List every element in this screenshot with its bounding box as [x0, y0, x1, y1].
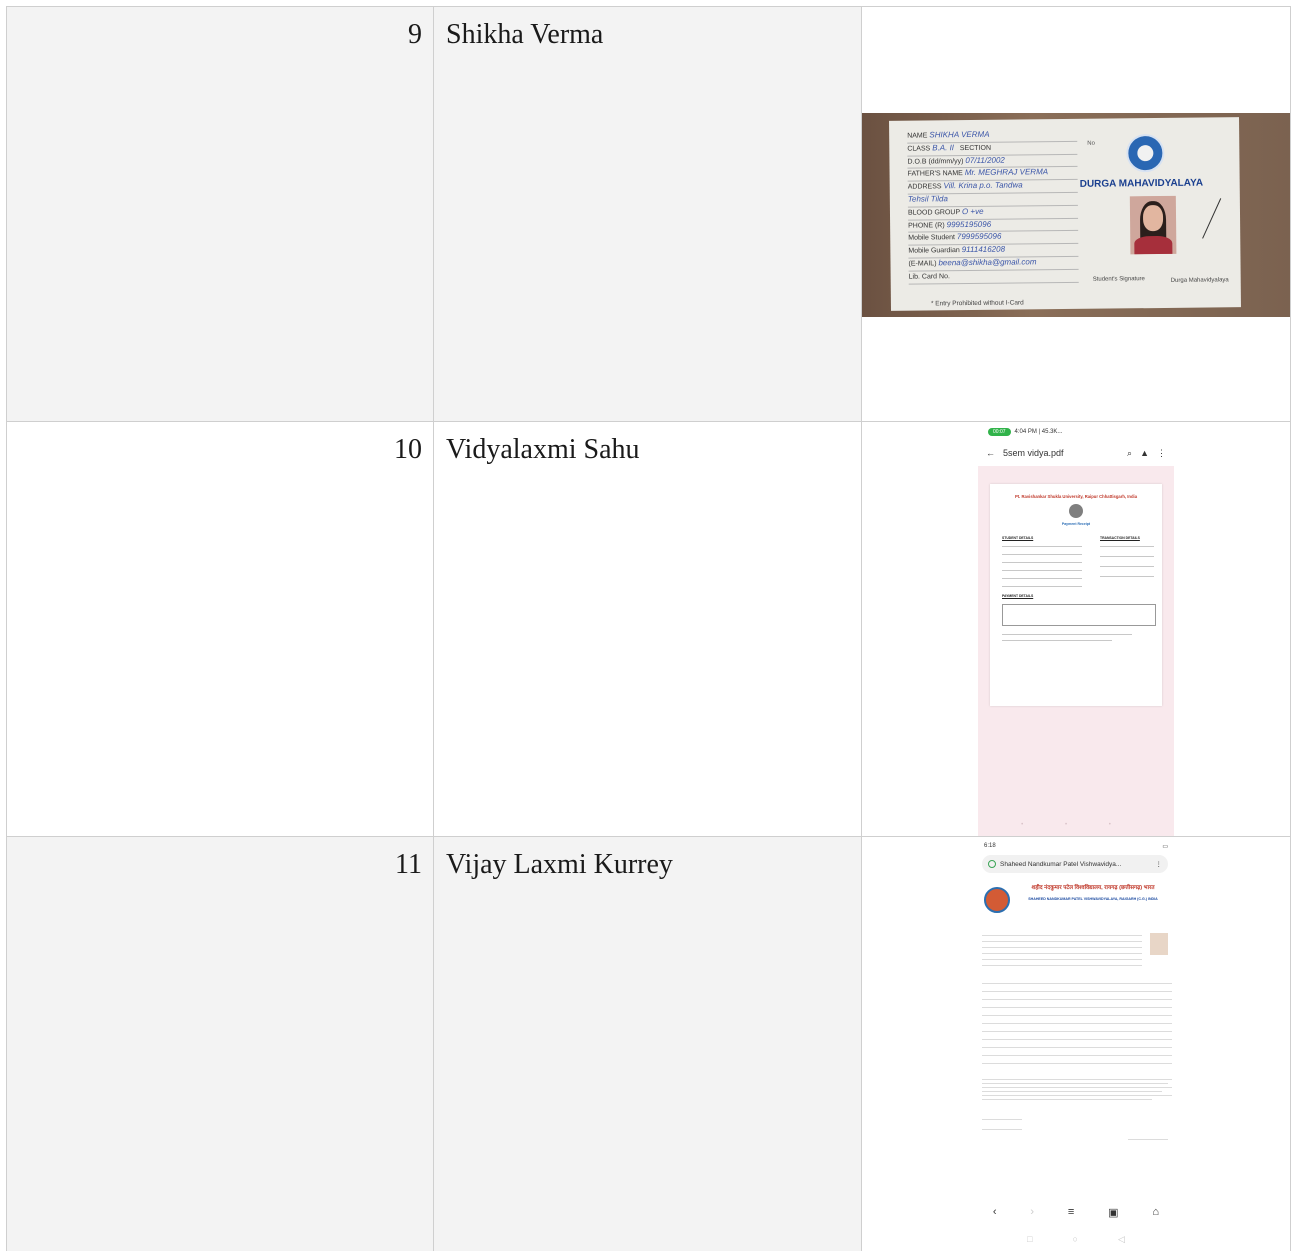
serial-number-cell: 10 [7, 422, 434, 836]
document-image-cell: NAME SHIKHA VERMA CLASS B.A. II SECTION … [862, 7, 1291, 421]
battery-icon: ▭ [1162, 843, 1168, 850]
signature-scribble [1202, 198, 1244, 249]
search-icon: ⌕ [1127, 447, 1133, 458]
system-nav-bar: □ ○ ◁ [976, 1229, 1176, 1249]
student-name-cell: Shikha Verma [434, 7, 862, 421]
status-bar: 6:18 ▭ [984, 843, 1168, 850]
serial-number-cell: 11 [7, 837, 434, 1251]
drive-icon: ▲ [1140, 448, 1149, 458]
recents-icon: □ [1027, 1234, 1033, 1244]
table-row: 9 Shikha Verma NAME SHIKHA VERMA CLASS B… [7, 7, 1291, 422]
tabs-icon: ▣ [1108, 1206, 1119, 1219]
id-card-photo: NAME SHIKHA VERMA CLASS B.A. II SECTION … [862, 113, 1290, 317]
pdf-toolbar: ← 5sem vidya.pdf ⌕ ▲ ⋮ [978, 442, 1174, 464]
serial-number-cell: 9 [7, 7, 434, 421]
back-icon: ‹ [992, 1206, 997, 1218]
home-circle-icon: ○ [1072, 1234, 1078, 1244]
student-photo [1129, 195, 1177, 255]
student-name-cell: Vijay Laxmi Kurrey [434, 837, 862, 1251]
browser-screenshot: 6:18 ▭ Shaheed Nandkumar Patel Vishwavid… [976, 837, 1176, 1251]
pdf-screenshot: 00:07 4:04 PM | 45.3K... ← 5sem vidya.pd… [978, 422, 1174, 836]
file-title: 5sem vidya.pdf [1003, 448, 1064, 458]
college-logo-icon [1126, 133, 1165, 173]
more-icon: ⋮ [1157, 447, 1166, 458]
browser-nav-bar: ‹ › ≡ ▣ ⌂ [976, 1201, 1176, 1223]
student-photo [1150, 933, 1168, 955]
student-name-cell: Vidyalaxmi Sahu [434, 422, 862, 836]
payment-receipt: Pt. Ravishankar Shukla University, Raipu… [990, 484, 1162, 706]
document-image-cell: 6:18 ▭ Shaheed Nandkumar Patel Vishwavid… [862, 837, 1291, 1251]
university-emblem-icon [984, 887, 1010, 913]
table-row: 10 Vidyalaxmi Sahu 00:07 4:04 PM | 45.3K… [7, 422, 1291, 837]
back-triangle-icon: ◁ [1117, 1233, 1125, 1244]
college-name: DURGA MAHAVIDYALAYA [1079, 177, 1204, 190]
university-seal-icon [1069, 504, 1083, 518]
home-icon: ⌂ [1152, 1206, 1160, 1218]
id-card: NAME SHIKHA VERMA CLASS B.A. II SECTION … [889, 117, 1244, 311]
admit-card-document: शहीद नंदकुमार पटेल विश्वविद्यालय, रायगढ़… [978, 879, 1174, 1197]
address-bar: Shaheed Nandkumar Patel Vishwavidya... ⋮ [982, 855, 1168, 873]
document-image-cell: 00:07 4:04 PM | 45.3K... ← 5sem vidya.pd… [862, 422, 1291, 836]
status-bar: 00:07 4:04 PM | 45.3K... [978, 422, 1174, 442]
forward-icon: › [1030, 1206, 1035, 1218]
data-table: 9 Shikha Verma NAME SHIKHA VERMA CLASS B… [6, 6, 1291, 1251]
more-icon: ⋮ [1155, 861, 1163, 868]
table-row: 11 Vijay Laxmi Kurrey 6:18 ▭ Shaheed Nan… [7, 837, 1291, 1251]
menu-icon: ≡ [1067, 1206, 1075, 1218]
back-arrow-icon: ← [986, 448, 995, 458]
shield-icon [988, 860, 996, 868]
